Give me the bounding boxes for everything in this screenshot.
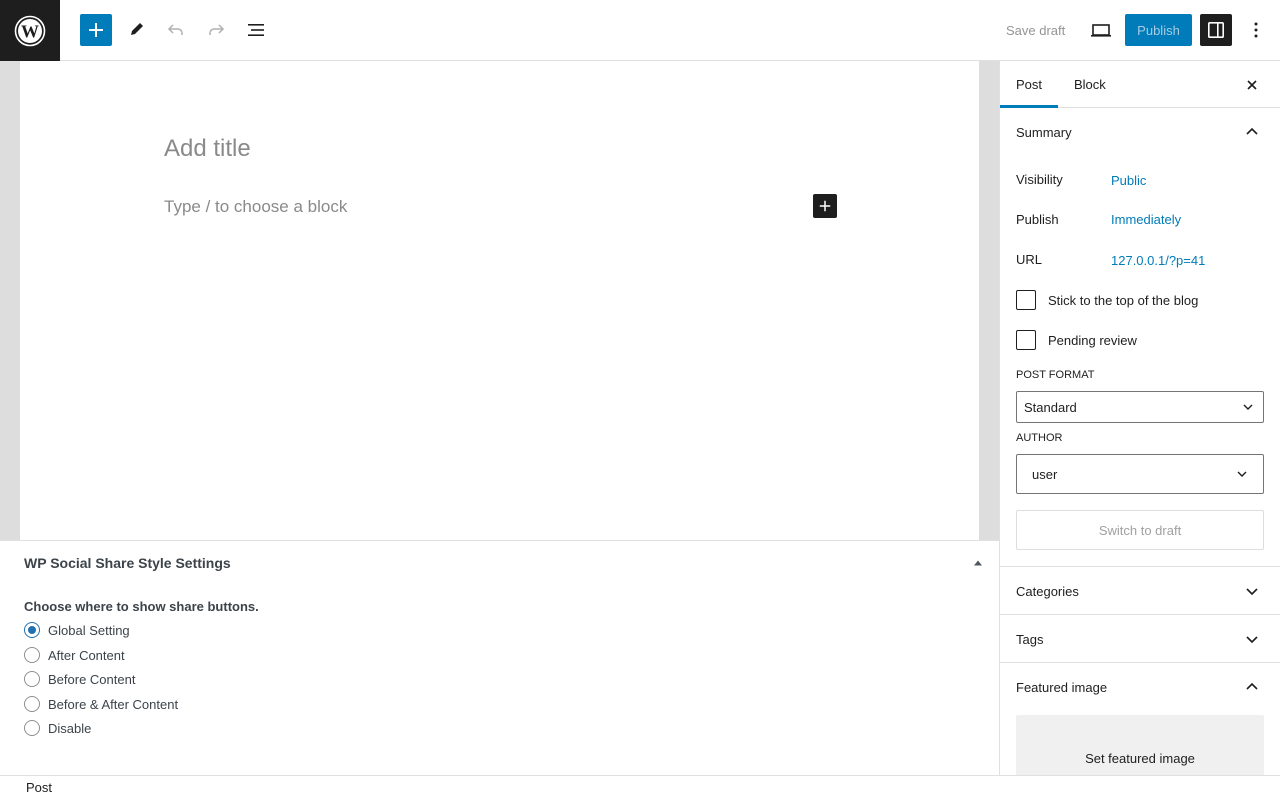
redo-button[interactable] — [200, 14, 232, 46]
post-format-label: POST FORMAT — [1016, 369, 1095, 381]
set-featured-image-button[interactable]: Set featured image — [1016, 715, 1264, 775]
radio-option-before-after-content[interactable]: Before & After Content — [24, 696, 178, 712]
radio-option-disable[interactable]: Disable — [24, 720, 91, 736]
tags-panel-toggle[interactable]: Tags — [1000, 615, 1280, 663]
list-view-button[interactable] — [240, 14, 272, 46]
radio-label: Before Content — [48, 671, 136, 687]
close-icon — [1247, 80, 1257, 90]
categories-panel-title: Categories — [1016, 583, 1079, 599]
visibility-label: Visibility — [1016, 172, 1063, 187]
set-featured-image-label: Set featured image — [1085, 751, 1195, 766]
save-draft-button[interactable]: Save draft — [998, 14, 1073, 46]
switch-to-draft-button[interactable]: Switch to draft — [1016, 510, 1264, 550]
radio-option-before-content[interactable]: Before Content — [24, 671, 135, 687]
block-appender[interactable]: Type / to choose a block — [164, 197, 347, 217]
plus-icon — [89, 23, 103, 37]
editor-header: W Save draft Publish — [0, 0, 1280, 61]
visibility-value[interactable]: Public — [1111, 173, 1146, 188]
radio-label: Disable — [48, 720, 92, 736]
triangle-up-icon — [974, 560, 982, 566]
options-button[interactable] — [1240, 14, 1272, 46]
settings-toggle-button[interactable] — [1200, 14, 1232, 46]
editor-canvas-wrapper: Add title Type / to choose a block — [0, 61, 999, 540]
summary-panel-title: Summary — [1016, 124, 1072, 140]
author-select[interactable]: user — [1016, 454, 1264, 494]
list-view-icon — [248, 24, 264, 36]
radio-button[interactable] — [24, 647, 40, 663]
svg-text:W: W — [21, 21, 39, 41]
radio-button[interactable] — [24, 671, 40, 687]
undo-icon — [167, 24, 183, 35]
undo-button[interactable] — [160, 14, 192, 46]
chevron-down-icon — [1246, 636, 1258, 644]
author-label: AUTHOR — [1016, 432, 1063, 444]
post-format-value: Standard — [1024, 399, 1077, 415]
wordpress-logo-button[interactable]: W — [0, 0, 60, 61]
tools-button[interactable] — [120, 14, 152, 46]
radio-option-after-content[interactable]: After Content — [24, 647, 125, 663]
close-sidebar-button[interactable] — [1240, 73, 1264, 97]
pencil-icon — [131, 23, 143, 35]
tab-block[interactable]: Block — [1058, 61, 1122, 108]
sidebar-settings-icon — [1208, 22, 1224, 38]
chevron-up-icon — [1246, 682, 1258, 690]
post-format-select[interactable]: Standard — [1016, 391, 1264, 423]
chevron-up-icon — [1246, 127, 1258, 135]
wordpress-logo-icon: W — [14, 15, 46, 46]
publish-label: Publish — [1016, 212, 1059, 227]
redo-icon — [209, 24, 225, 35]
pending-review-checkbox[interactable] — [1016, 330, 1036, 350]
radio-button[interactable] — [24, 696, 40, 712]
add-block-button[interactable] — [80, 14, 112, 46]
summary-panel-toggle[interactable]: Summary — [1000, 108, 1280, 156]
settings-sidebar: Post Block Summary Visibility Public Pub… — [999, 61, 1280, 775]
featured-image-panel-title: Featured image — [1016, 679, 1108, 695]
radio-label: Global Setting — [48, 622, 130, 638]
metabox-toggle-button[interactable] — [968, 555, 988, 571]
categories-panel-toggle[interactable]: Categories — [1000, 567, 1280, 615]
radio-label: Before & After Content — [48, 696, 179, 712]
author-value: user — [1032, 466, 1058, 482]
post-title-input[interactable]: Add title — [164, 135, 251, 163]
vertical-ellipsis-icon — [1254, 22, 1258, 38]
preview-button[interactable] — [1085, 14, 1117, 46]
url-label: URL — [1016, 252, 1043, 267]
breadcrumb[interactable]: Post — [26, 780, 52, 795]
metabox-question: Choose where to show share buttons. — [24, 599, 259, 614]
publish-button[interactable]: Publish — [1125, 14, 1192, 46]
featured-image-panel-toggle[interactable]: Featured image — [1000, 663, 1280, 711]
editor-footer: Post — [0, 775, 1280, 800]
chevron-down-icon — [1246, 588, 1258, 596]
plus-icon — [819, 200, 831, 212]
metabox-title: WP Social Share Style Settings — [24, 555, 231, 571]
editor-canvas[interactable]: Add title Type / to choose a block — [20, 61, 979, 540]
sticky-option[interactable]: Stick to the top of the blog — [1016, 290, 1198, 310]
radio-label: After Content — [48, 647, 125, 663]
url-value[interactable]: 127.0.0.1/?p=41 — [1111, 253, 1205, 268]
radio-option-global-setting[interactable]: Global Setting — [24, 622, 130, 638]
chevron-down-icon — [1243, 404, 1253, 410]
sticky-checkbox[interactable] — [1016, 290, 1036, 310]
sticky-label: Stick to the top of the blog — [1048, 292, 1199, 308]
inline-add-block-button[interactable] — [813, 194, 837, 218]
tab-post[interactable]: Post — [1000, 61, 1058, 108]
radio-button[interactable] — [24, 622, 40, 638]
pending-review-label: Pending review — [1048, 332, 1137, 348]
pending-review-option[interactable]: Pending review — [1016, 330, 1137, 350]
desktop-preview-icon — [1091, 24, 1111, 37]
publish-date-value[interactable]: Immediately — [1111, 212, 1181, 227]
social-share-metabox: WP Social Share Style Settings Choose wh… — [0, 540, 999, 775]
radio-button[interactable] — [24, 720, 40, 736]
tags-panel-title: Tags — [1016, 631, 1044, 647]
chevron-down-icon — [1237, 471, 1247, 477]
sidebar-tabs: Post Block — [1000, 61, 1280, 108]
